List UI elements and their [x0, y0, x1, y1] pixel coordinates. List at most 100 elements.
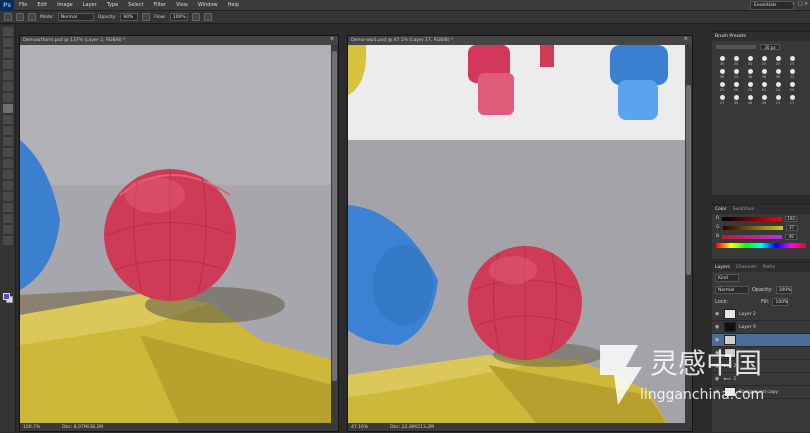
layer-row-selected[interactable]: ◉	[712, 334, 810, 347]
menu-edit[interactable]: Edit	[32, 2, 52, 8]
hand-tool-icon[interactable]	[3, 225, 13, 234]
brush-preset[interactable]: 11	[772, 95, 784, 106]
brush-size-slider[interactable]	[716, 45, 756, 49]
brush-preset[interactable]: 25	[772, 56, 784, 67]
brush-preset[interactable]: 17	[786, 95, 798, 106]
tab-layers[interactable]: Layers	[715, 265, 730, 270]
shape-tool-icon[interactable]	[3, 214, 13, 223]
document-tab-right[interactable]: Demo-wip1.psd @ 47.1% (Layer 17, RGB/8) …	[348, 36, 692, 45]
visibility-eye-icon[interactable]: ◉	[715, 389, 721, 395]
red-value[interactable]: 192	[785, 215, 798, 222]
move-tool-icon[interactable]	[3, 27, 13, 36]
dodge-tool-icon[interactable]	[3, 170, 13, 179]
clone-stamp-tool-icon[interactable]	[3, 115, 13, 124]
marquee-tool-icon[interactable]	[3, 38, 13, 47]
brush-preset[interactable]: 46	[744, 95, 756, 106]
brush-picker-icon[interactable]	[16, 13, 24, 21]
menu-type[interactable]: Type	[102, 2, 123, 8]
brush-preset[interactable]: 32	[786, 69, 798, 80]
brush-preset[interactable]: 36	[758, 69, 770, 80]
canvas-right[interactable]	[348, 45, 686, 425]
document-tab-left[interactable]: Demoartform.psd @ 137% (Layer 2, RGB/8) …	[20, 36, 338, 45]
blue-slider[interactable]	[722, 234, 783, 239]
brush-preset[interactable]: 50	[730, 82, 742, 93]
visibility-eye-icon[interactable]: ◉	[715, 350, 721, 356]
brush-preset[interactable]: 25	[758, 56, 770, 67]
layer-row[interactable]: ◉	[712, 347, 810, 360]
menu-layer[interactable]: Layer	[78, 2, 102, 8]
brush-preset[interactable]: 39	[730, 95, 742, 106]
brush-preset[interactable]: 25	[730, 69, 742, 80]
zoom-tool-icon[interactable]	[3, 236, 13, 245]
brush-preset[interactable]: 27	[716, 95, 728, 106]
brush-preset[interactable]: 14	[772, 82, 784, 93]
close-document-icon[interactable]: ×	[330, 36, 334, 42]
type-tool-icon[interactable]	[3, 192, 13, 201]
foreground-color-swatch[interactable]	[3, 293, 10, 300]
eraser-tool-icon[interactable]	[3, 137, 13, 146]
layer-group-row[interactable]: ◉ ▸▭ 1	[712, 373, 810, 386]
scrollbar-left[interactable]	[331, 45, 338, 423]
brush-tool-icon[interactable]	[3, 104, 13, 113]
brush-preset[interactable]: 25	[786, 56, 798, 67]
workspace-switcher[interactable]: Essentials	[750, 1, 794, 10]
tab-channels[interactable]: Channels	[736, 265, 757, 270]
zoom-level-left[interactable]: 100.7%	[23, 425, 40, 430]
visibility-eye-icon[interactable]: ◉	[715, 337, 721, 343]
scrollbar-right[interactable]	[685, 45, 692, 423]
scrollbar-thumb-right[interactable]	[686, 85, 691, 275]
flow-field[interactable]: 100%	[169, 13, 188, 21]
layer-row[interactable]: ◉ Layer 2	[712, 308, 810, 321]
visibility-eye-icon[interactable]: ◉	[715, 376, 721, 382]
visibility-eye-icon[interactable]: ◉	[715, 311, 721, 317]
tab-color[interactable]: Color	[715, 207, 727, 212]
opacity-field[interactable]: 90%	[120, 13, 139, 21]
layer-fill-field[interactable]: 100%	[772, 298, 789, 306]
path-select-tool-icon[interactable]	[3, 203, 13, 212]
brush-panel-toggle-icon[interactable]	[28, 13, 36, 21]
layer-row[interactable]: ◉ Background copy	[712, 386, 810, 399]
layer-group-row[interactable]: ◉ ▸▭ 2	[712, 360, 810, 373]
menu-filter[interactable]: Filter	[149, 2, 171, 8]
brush-preset[interactable]: 30	[744, 56, 756, 67]
brush-preset[interactable]: 36	[772, 69, 784, 80]
brush-preset[interactable]: 30	[730, 56, 742, 67]
menu-file[interactable]: File	[14, 2, 32, 8]
brush-size-field[interactable]: 30 px	[760, 44, 780, 50]
pressure-size-icon[interactable]	[203, 13, 212, 21]
crop-tool-icon[interactable]	[3, 71, 13, 80]
visibility-eye-icon[interactable]: ◉	[715, 324, 721, 330]
pressure-opacity-icon[interactable]	[142, 13, 151, 21]
brush-preset[interactable]: 25	[744, 82, 756, 93]
menu-help[interactable]: Help	[223, 2, 244, 8]
brush-preset[interactable]: 61	[758, 82, 770, 93]
menu-window[interactable]: Window	[193, 2, 223, 8]
menu-image[interactable]: Image	[52, 2, 78, 8]
layer-opacity-field[interactable]: 100%	[775, 286, 792, 294]
visibility-eye-icon[interactable]: ◉	[715, 363, 721, 369]
scrollbar-thumb-left[interactable]	[332, 51, 337, 381]
color-spectrum-ramp[interactable]	[716, 243, 806, 248]
blur-tool-icon[interactable]	[3, 159, 13, 168]
green-value[interactable]: 37	[785, 224, 798, 231]
layer-blend-mode[interactable]: Normal	[715, 286, 749, 294]
tab-paths[interactable]: Paths	[763, 265, 775, 270]
tab-swatches[interactable]: Swatches	[733, 207, 755, 212]
airbrush-icon[interactable]	[191, 13, 200, 21]
history-brush-tool-icon[interactable]	[3, 126, 13, 135]
gradient-tool-icon[interactable]	[3, 148, 13, 157]
blue-value[interactable]: 49	[785, 233, 798, 240]
quick-select-tool-icon[interactable]	[3, 60, 13, 69]
brush-preset[interactable]: 36	[716, 69, 728, 80]
zoom-level-right[interactable]: 47.16%	[351, 425, 368, 430]
brush-preset[interactable]: 30	[716, 56, 728, 67]
maximize-icon[interactable]: □	[798, 1, 803, 9]
eyedropper-tool-icon[interactable]	[3, 82, 13, 91]
canvas-left[interactable]	[20, 45, 333, 425]
brush-tool-icon[interactable]	[4, 13, 12, 21]
close-document-icon[interactable]: ×	[684, 36, 688, 42]
lasso-tool-icon[interactable]	[3, 49, 13, 58]
tab-brush-presets[interactable]: Brush Presets	[715, 34, 746, 39]
brush-preset[interactable]: 59	[758, 95, 770, 106]
green-slider[interactable]	[722, 225, 783, 230]
